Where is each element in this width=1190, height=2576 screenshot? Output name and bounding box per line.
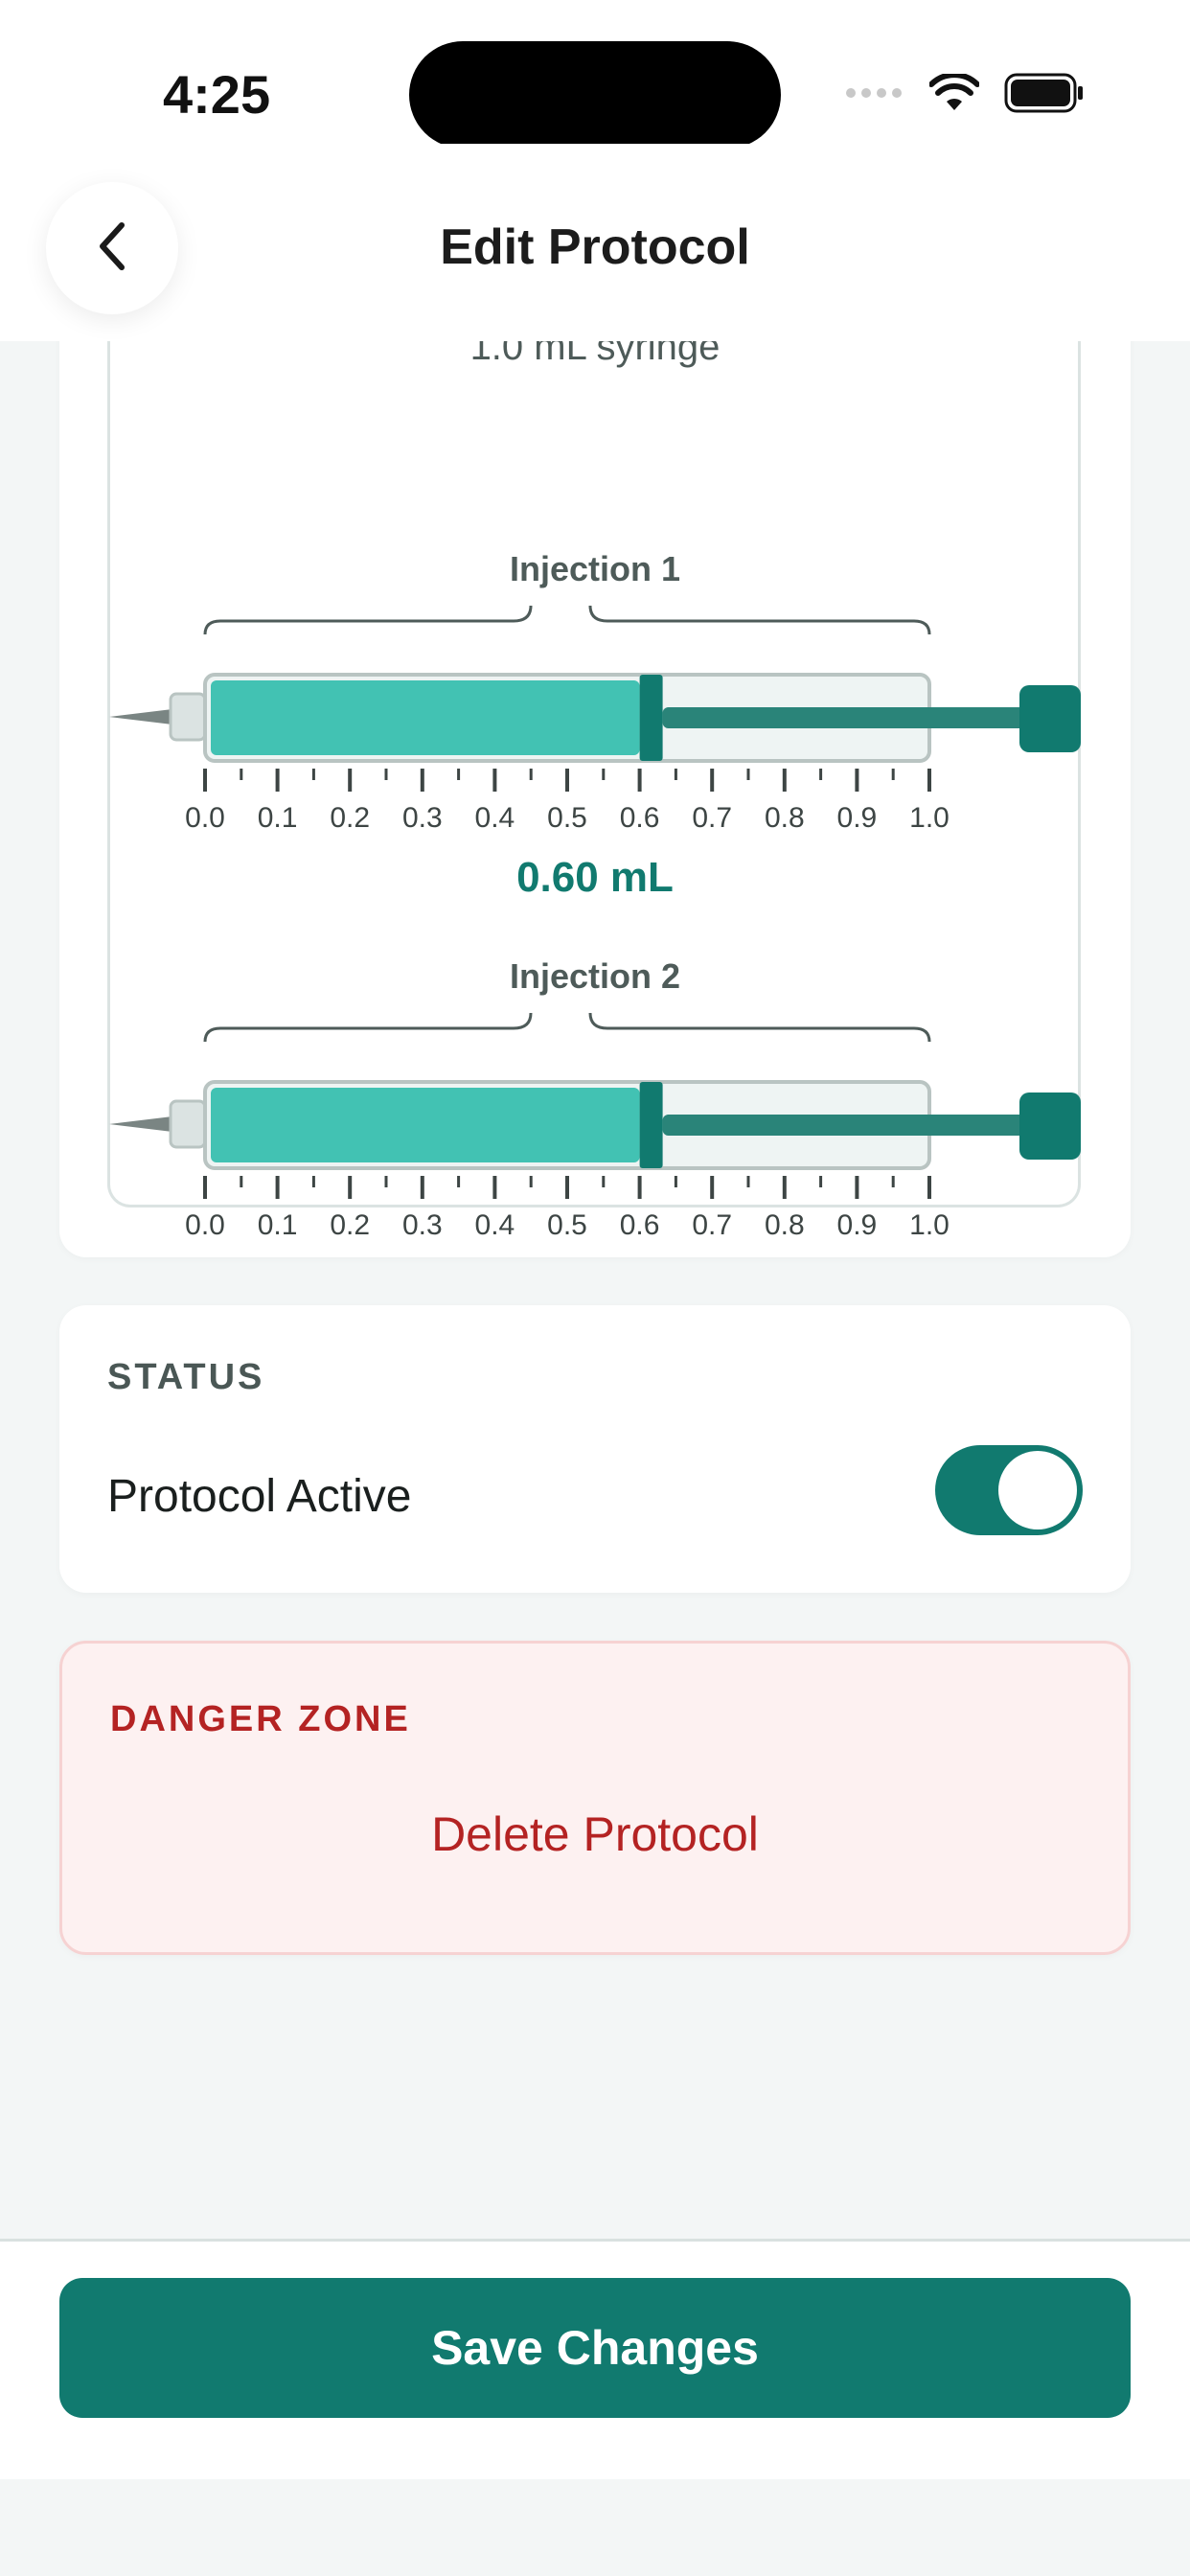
scale-tick-label: 0.1 xyxy=(258,1209,298,1241)
bracket-left xyxy=(203,605,533,635)
scale-tick-label: 0.5 xyxy=(547,1209,587,1241)
danger-zone-label: DANGER ZONE xyxy=(110,1699,411,1739)
delete-protocol-button[interactable]: Delete Protocol xyxy=(62,1806,1128,1862)
danger-zone-card: DANGER ZONE Delete Protocol xyxy=(59,1641,1131,1955)
status-time: 4:25 xyxy=(163,64,271,125)
syringe-plunger-stopper xyxy=(639,1082,663,1168)
protocol-active-label: Protocol Active xyxy=(107,1471,412,1522)
cellular-signal-icon xyxy=(845,86,904,104)
needle-icon xyxy=(109,1116,172,1132)
dynamic-island xyxy=(409,41,781,149)
scale-tick-label: 0.9 xyxy=(837,802,878,834)
injection-label: Injection 2 xyxy=(510,956,680,996)
scale-tick-label: 0.8 xyxy=(765,802,805,834)
syringe-liquid-fill xyxy=(211,1088,640,1162)
scale-tick-label: 0.0 xyxy=(185,802,225,834)
needle-icon xyxy=(109,709,172,724)
scale-tick-label: 1.0 xyxy=(909,802,950,834)
protocol-active-toggle[interactable] xyxy=(935,1445,1083,1535)
syringe-plunger-thumb xyxy=(1019,685,1081,752)
wifi-icon xyxy=(928,72,980,117)
scale-tick-label: 0.4 xyxy=(475,802,515,834)
syringe-injection-2: Injection 2 0.0 0.1 0.2 0.3 0.4 0.5 0.6 0.7 0.8 0.… xyxy=(109,956,1081,1241)
scale-tick-label: 1.0 xyxy=(909,1209,950,1241)
save-changes-button[interactable]: Save Changes xyxy=(59,2278,1131,2418)
status-icons xyxy=(845,72,1085,118)
page-title: Edit Protocol xyxy=(440,219,750,275)
bracket-left xyxy=(203,1012,533,1043)
syringe-liquid-fill xyxy=(211,680,640,755)
needle-hub xyxy=(169,692,207,742)
injection-label: Injection 1 xyxy=(510,549,680,588)
scale-tick-label: 0.6 xyxy=(620,1209,660,1241)
scale-tick-label: 0.4 xyxy=(475,1209,515,1241)
scale-tick-label: 0.5 xyxy=(547,802,587,834)
bracket-right xyxy=(588,1012,931,1043)
scale-tick-label: 0.6 xyxy=(620,802,660,834)
bracket-right xyxy=(588,605,931,635)
syringe-plunger-stopper xyxy=(639,675,663,761)
battery-icon xyxy=(1004,73,1085,118)
scale-tick-label: 0.7 xyxy=(692,802,732,834)
status-section-label: STATUS xyxy=(107,1357,265,1397)
syringe-plunger-rod xyxy=(662,1115,1039,1136)
syringe-plunger-rod xyxy=(662,707,1039,728)
navigation-bar: Edit Protocol xyxy=(0,144,1190,341)
scale-tick-label: 0.3 xyxy=(402,1209,443,1241)
toggle-knob xyxy=(998,1451,1077,1530)
injection-volume: 0.60 mL xyxy=(516,854,674,901)
syringe-plunger-thumb xyxy=(1019,1092,1081,1160)
bottom-action-bar: Save Changes xyxy=(0,2239,1190,2479)
scale-tick-label: 0.0 xyxy=(185,1209,225,1241)
status-card: STATUS Protocol Active xyxy=(59,1305,1131,1593)
scale-tick-label: 0.2 xyxy=(330,802,370,834)
needle-hub xyxy=(169,1099,207,1149)
scale-tick-label: 0.8 xyxy=(765,1209,805,1241)
scale-tick-label: 0.2 xyxy=(330,1209,370,1241)
scale-tick-label: 0.1 xyxy=(258,802,298,834)
scale-tick-label: 0.9 xyxy=(837,1209,878,1241)
scale-tick-label: 0.3 xyxy=(402,802,443,834)
syringe-injection-1: Injection 1 0.0 0.1 0.2 0.3 0.4 0.5 0.6 0.7 0.8 0.… xyxy=(109,549,1081,901)
scale-tick-label: 0.7 xyxy=(692,1209,732,1241)
